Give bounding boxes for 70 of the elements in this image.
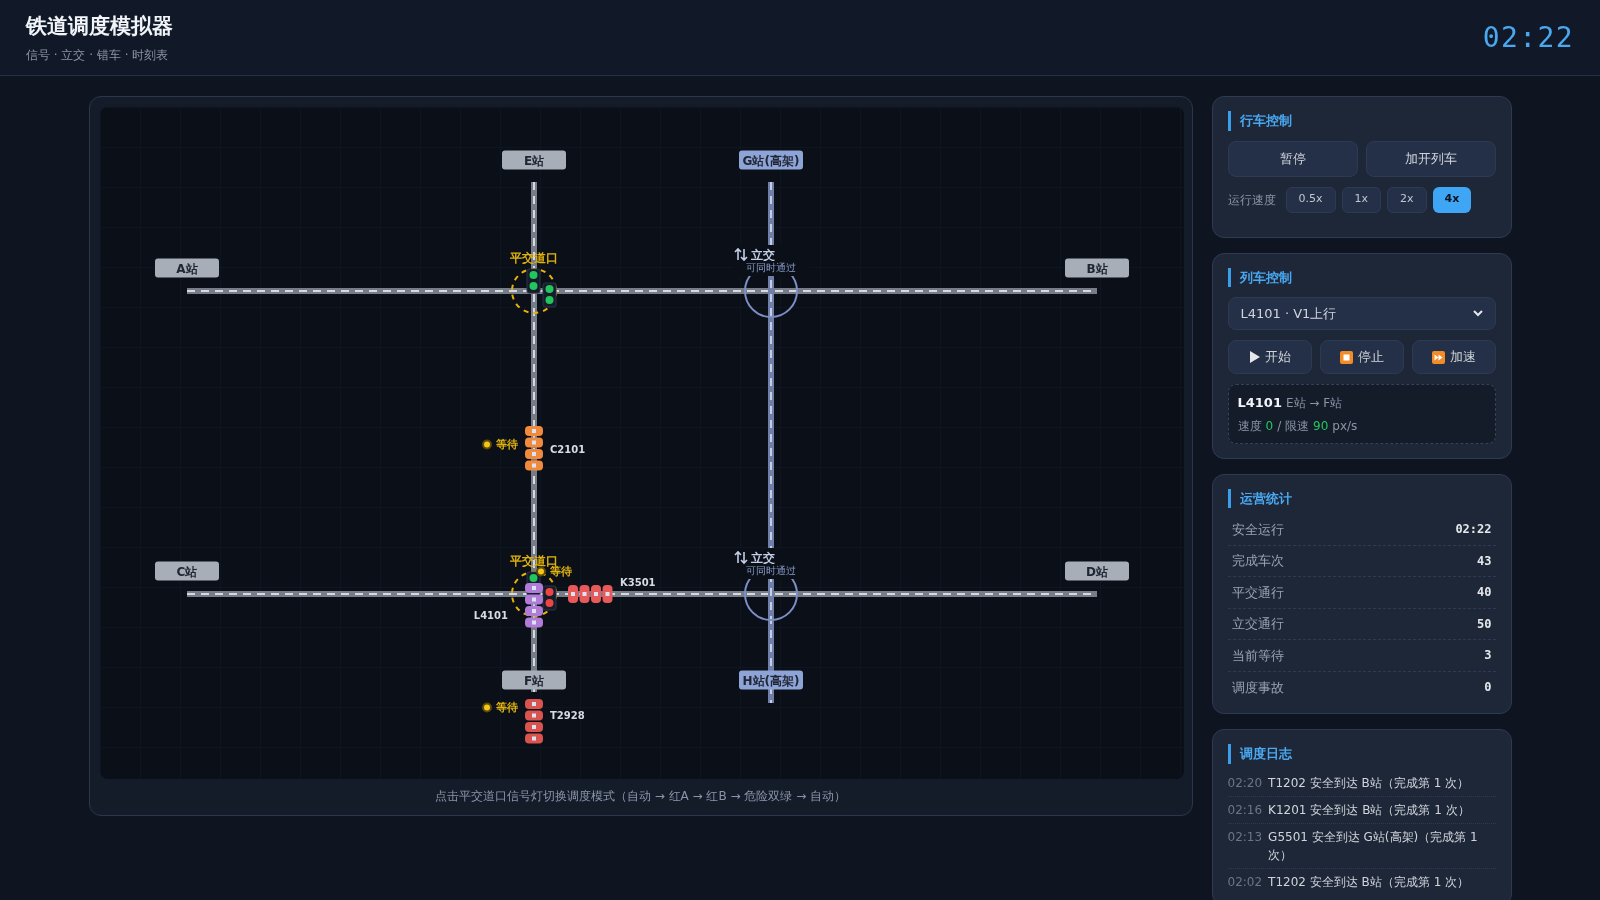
log-message: G5501 安全到达 G站(高架)（完成第 1 次） <box>1268 828 1479 864</box>
crossing-label: 平交道口 <box>509 251 558 265</box>
train-status-label: 等待 <box>549 565 572 578</box>
speed-caption: 速度 <box>1237 417 1262 435</box>
panel-title: 列车控制 <box>1227 267 1496 287</box>
speed-button[interactable]: 2x <box>1387 186 1427 213</box>
stat-label: 完成车次 <box>1231 552 1284 570</box>
log-time: 02:16 <box>1227 801 1263 819</box>
overpass-note: 可同时通过 <box>745 565 796 576</box>
play-icon <box>1248 351 1260 363</box>
limit-caption: / 限速 <box>1277 417 1309 435</box>
stat-value: 0 <box>1484 679 1492 697</box>
status-dot-icon <box>481 702 492 713</box>
log-message: K1201 安全到达 B站（完成第 1 次） <box>1268 801 1470 819</box>
panel-title: 调度日志 <box>1227 744 1496 764</box>
log-time: 02:13 <box>1227 828 1263 846</box>
speed-value: 0 <box>1265 417 1274 435</box>
hint-text: 点击平交道口信号灯切换调度模式（自动 → 红A → 红B → 危险双绿 → 自动） <box>433 788 848 805</box>
control-button[interactable]: 停止 <box>1319 340 1404 374</box>
stat-value: 40 <box>1477 584 1492 602</box>
stat-value: 02:22 <box>1455 521 1492 539</box>
signal-light[interactable] <box>542 282 556 308</box>
speed-button[interactable]: 1x <box>1341 186 1382 213</box>
control-button[interactable]: 开始 <box>1227 340 1312 374</box>
log-time: 02:20 <box>1227 774 1263 792</box>
speed-button[interactable]: 0.5x <box>1285 186 1336 213</box>
status-dot-icon <box>481 439 492 450</box>
train-id: L4101 <box>1237 394 1282 412</box>
limit-value: 90 <box>1313 417 1329 435</box>
stat-label: 调度事故 <box>1231 678 1284 697</box>
app-title: 铁道调度模拟器 <box>26 12 173 40</box>
status-dot-icon <box>535 566 546 577</box>
stat-label: 立交通行 <box>1231 615 1284 633</box>
speed-button[interactable]: 4x <box>1432 186 1472 213</box>
signal-light[interactable] <box>526 268 540 294</box>
train-id-label: L4101 <box>473 610 508 621</box>
app-subtitle: 信号 · 立交 · 错车 · 时刻表 <box>26 47 170 65</box>
stat-value: 43 <box>1477 552 1492 570</box>
control-button[interactable]: 加开列车 <box>1365 140 1496 177</box>
train-status-label: 等待 <box>495 438 518 451</box>
train-status-label: 等待 <box>495 701 518 714</box>
chevron-down-icon <box>1472 310 1483 317</box>
overpass-label: 立交 <box>750 248 775 262</box>
stat-value: 50 <box>1477 615 1492 633</box>
log-time: 02:02 <box>1227 873 1263 891</box>
up-down-arrows-icon <box>733 550 748 565</box>
log-message: T1202 安全到达 B站（完成第 1 次） <box>1268 774 1470 792</box>
speed-unit: px/s <box>1332 417 1358 435</box>
overpass-label: 立交 <box>750 551 775 565</box>
stat-label: 当前等待 <box>1231 646 1284 665</box>
fast-forward-icon <box>1431 350 1445 364</box>
log-message: T1202 安全到达 B站（完成第 1 次） <box>1268 873 1470 891</box>
panel-title: 行车控制 <box>1227 111 1496 131</box>
control-button[interactable]: 加速 <box>1411 340 1496 374</box>
control-button[interactable]: 暂停 <box>1227 140 1358 177</box>
train-id-label: C2101 <box>549 444 585 455</box>
panel-title: 运营统计 <box>1227 488 1496 508</box>
stat-label: 平交通行 <box>1231 583 1284 602</box>
stat-value: 3 <box>1484 647 1492 665</box>
train-id-label: K3501 <box>619 577 656 588</box>
up-down-arrows-icon <box>733 247 748 262</box>
stop-icon <box>1339 350 1353 364</box>
clock: 02:22 <box>1482 19 1574 56</box>
map-canvas[interactable]: E站 G站(高架) A站 B站 C站 D站 F站 H站(高架) 平交道口 立交 可同时通过 平交道口 立交 可同时通过 等待 C2101 等待 K3501 L4101 等待 T2928 <box>99 107 1184 779</box>
overpass-note: 可同时通过 <box>745 262 796 273</box>
train-select[interactable]: L4101 · V1上行 <box>1227 297 1496 330</box>
train-route: E站 → F站 <box>1285 395 1343 412</box>
train-id-label: T2928 <box>549 710 585 721</box>
speed-label: 运行速度 <box>1227 191 1276 209</box>
stat-label: 安全运行 <box>1231 520 1284 539</box>
